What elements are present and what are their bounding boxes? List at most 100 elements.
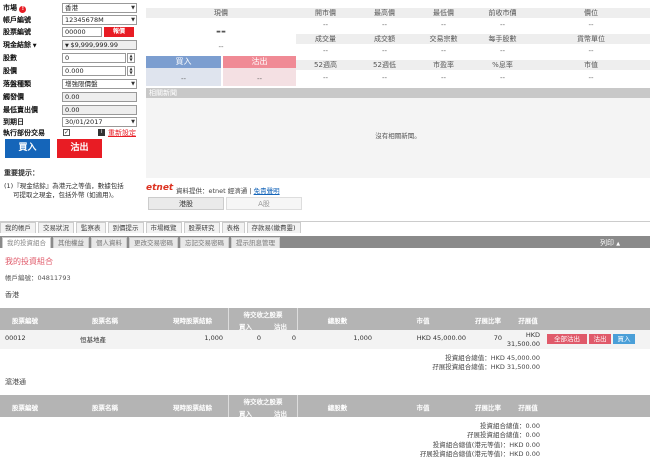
info-icon[interactable]: i [98, 129, 105, 136]
tab-forms[interactable]: 表格 [221, 222, 245, 233]
sh-col-pending: 待交收之股票 [243, 398, 283, 406]
tab-watchlist[interactable]: 監察表 [76, 222, 106, 233]
h-prev-close: 前收市價 [488, 9, 517, 17]
v-spread: -- [588, 21, 594, 29]
col-pending: 待交收之股票 [243, 311, 283, 319]
h-last: 現價 [214, 9, 228, 17]
sell-button[interactable]: 沽出 [57, 139, 102, 158]
odd-lot-checkbox[interactable]: ✓ [63, 129, 70, 136]
chevron-down-icon: ▼ [131, 5, 135, 11]
tab-forgot-password[interactable]: 忘記交易密碼 [180, 237, 229, 248]
portfolio-title: 我的投資組合 [5, 257, 53, 266]
odd-lot-label: 執行部份交易 [3, 129, 45, 137]
source-text: 資料提供：etnet 經濟通 | 免責聲明 [176, 187, 280, 195]
h-trades: 交易宗數 [429, 35, 458, 43]
row-total: 1,000 [353, 334, 372, 342]
h-mcap: 市值 [584, 61, 598, 69]
ask-header: 沽出 [223, 56, 296, 68]
dropdown-icon[interactable]: ▼ [31, 43, 37, 49]
tab-my-portfolio[interactable]: 我的投資組合 [2, 237, 51, 248]
chevron-down-icon: ▼ [131, 119, 135, 125]
tab-market-overview[interactable]: 市場概覽 [145, 222, 182, 233]
v-trades: -- [440, 47, 447, 55]
triangle-up-icon: ▲ [616, 241, 621, 247]
row-margin-ratio: 70 [493, 334, 502, 342]
tab-hk-stocks[interactable]: 港股 [148, 197, 224, 210]
qty-stepper[interactable]: ▲ ▼ [127, 53, 135, 63]
order-type-select[interactable]: 增強限價盤 ▼ [62, 79, 137, 89]
v-high: -- [381, 21, 388, 29]
disclaimer-link[interactable]: 免責聲明 [254, 187, 280, 195]
price-input[interactable]: 0.000 [62, 66, 126, 76]
row-margin-value: 31,500.00 [506, 340, 540, 348]
tab-other-rights[interactable]: 其他權益 [53, 237, 89, 248]
row-buy: 0 [256, 334, 261, 342]
print-button[interactable]: 列印 ▲ [600, 238, 620, 248]
h-pe: 市盈率 [433, 61, 454, 69]
tab-change-password[interactable]: 更改交易密碼 [129, 237, 178, 248]
h-currency: 貨幣單位 [577, 35, 605, 43]
row-buy-button[interactable]: 買入 [613, 334, 635, 344]
reset-link[interactable]: 重新設定 [108, 128, 136, 138]
account-number: 帳戶編號：04811793 [5, 274, 71, 282]
tab-a-shares[interactable]: A股 [226, 197, 302, 210]
row-name: 恒基地產 [80, 336, 106, 344]
account-select[interactable]: 12345678M ▼ [62, 15, 137, 25]
price-label: 股價 [3, 67, 17, 75]
h-volume: 成交量 [315, 35, 336, 43]
price-stepper[interactable]: ▲ ▼ [127, 66, 135, 76]
col-margin-ratio: 孖展比率 [475, 317, 501, 325]
no-news-text: 沒有相關新聞。 [375, 132, 421, 140]
quote-button[interactable]: 報價 [104, 27, 134, 37]
alert-icon: ! [19, 6, 27, 13]
row-market-value: HKD 45,000.00 [416, 334, 466, 342]
buy-button[interactable]: 買入 [5, 139, 50, 158]
tab-my-account[interactable]: 我的帳戶 [0, 222, 36, 233]
sh-section-title: 滬港通 [5, 378, 26, 386]
trigger-label: 觸發價 [3, 93, 24, 101]
notice-title: 重要提示： [4, 169, 39, 177]
last-price: -- [216, 24, 226, 38]
row-avail: 1,000 [204, 334, 223, 342]
qty-label: 股數 [3, 54, 17, 62]
v-prev: -- [499, 21, 506, 29]
h-52-high: 52週高 [314, 61, 337, 69]
row-margin-currency: HKD [525, 331, 540, 339]
tab-stock-research[interactable]: 股票研究 [183, 222, 220, 233]
change-value: -- [218, 43, 224, 51]
sh-col-market-value: 市值 [416, 404, 430, 412]
row-sell: 0 [291, 334, 296, 342]
sh-col-avail: 現時股票結餘 [173, 404, 212, 412]
row-sell-button[interactable]: 沽出 [589, 334, 611, 344]
tab-personal-info[interactable]: 個人資料 [91, 237, 127, 248]
expiry-label: 到期日 [3, 118, 24, 126]
v-low: -- [440, 21, 447, 29]
tab-alert-settings[interactable]: 提示訊息管理 [231, 237, 280, 248]
trigger-input[interactable]: 0.00 [62, 92, 137, 102]
col-market-value: 市值 [416, 317, 430, 325]
v-volume: -- [322, 47, 329, 55]
stock-code-input[interactable]: 00000 [62, 27, 102, 37]
sell-all-button[interactable]: 全部沽出 [547, 334, 587, 344]
sh-margin-total: 孖展投資組合總值：0.00 [467, 431, 540, 439]
tab-price-alert[interactable]: 到價提示 [107, 222, 144, 233]
v-pe: -- [440, 74, 447, 82]
h-yield: %息率 [492, 61, 513, 69]
tab-deposit[interactable]: 存款易(繳費靈) [246, 222, 301, 233]
tab-trade-status[interactable]: 交易狀況 [38, 222, 74, 233]
v-currency: -- [588, 47, 594, 55]
v-open: -- [322, 21, 329, 29]
sh-col-margin-ratio: 孖展比率 [475, 404, 501, 412]
qty-input[interactable]: 0 [62, 53, 126, 63]
col-total: 總股數 [327, 317, 348, 325]
market-select[interactable]: 香港 ▼ [62, 3, 137, 13]
main-tabs: 我的帳戶 交易狀況 監察表 到價提示 市場概覽 股票研究 表格 存款易(繳費靈) [0, 222, 303, 233]
max-sell-input[interactable]: 0.00 [62, 105, 137, 115]
expiry-select[interactable]: 30/01/2017 ▼ [62, 117, 137, 127]
h-lot: 每手股數 [488, 35, 517, 43]
v-turnover: -- [381, 47, 388, 55]
sh-margin-total-hkd: 孖展投資組合總值(港元等值)：HKD 0.00 [419, 450, 540, 458]
cash-value: ▼ $9,999,999.99 [62, 40, 137, 50]
bid-value: -- [180, 75, 187, 83]
market-label: 市場 ! [3, 3, 27, 13]
